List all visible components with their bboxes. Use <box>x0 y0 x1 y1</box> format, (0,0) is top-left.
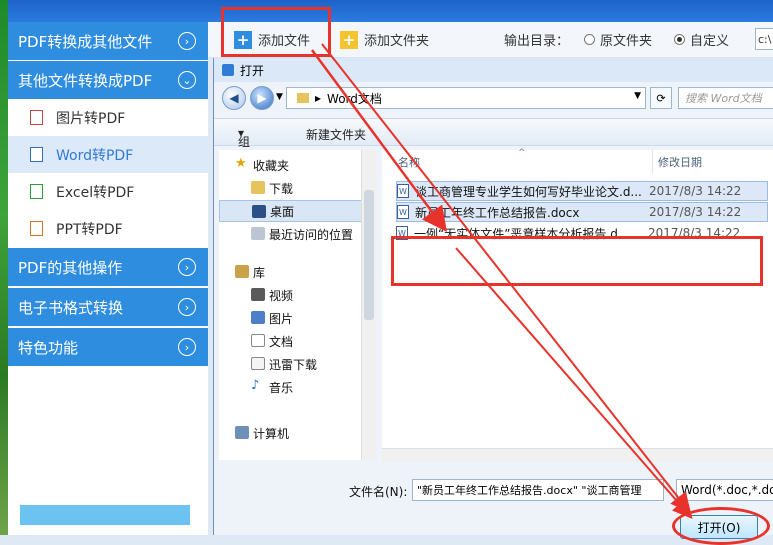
arrow-to-files <box>310 49 447 233</box>
annotation-arrows <box>310 43 693 520</box>
arrow-to-open-short <box>455 247 693 520</box>
arrow-to-open-long <box>321 43 691 514</box>
